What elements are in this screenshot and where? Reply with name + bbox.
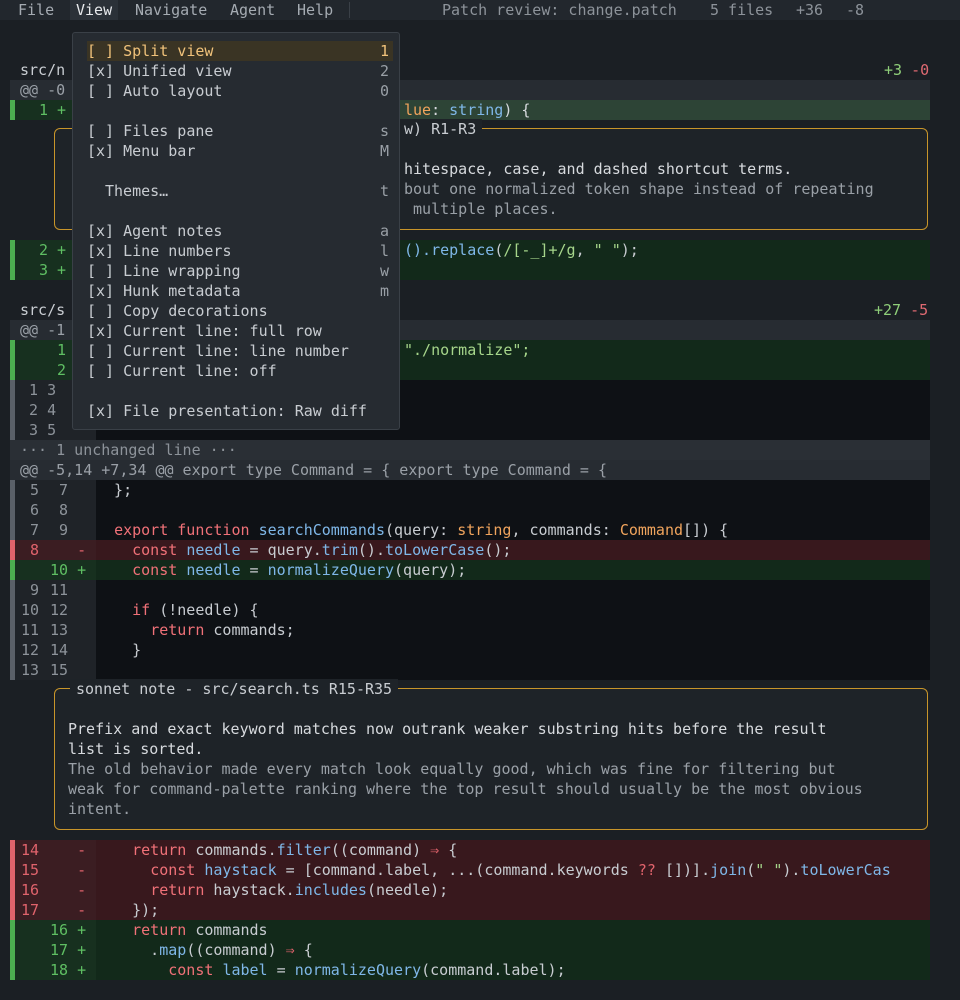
file-name[interactable]: src/s [20, 300, 65, 320]
line-number: 9 11 [15, 580, 96, 600]
code-text: return commands; [150, 621, 295, 639]
menu-file[interactable]: File [18, 0, 54, 20]
line-number: 17 + [15, 940, 96, 960]
code-text: const needle = query.trim().toLowerCase(… [132, 541, 512, 559]
line-number: 13 15 [15, 660, 96, 680]
line-number: 10 12 [15, 600, 96, 620]
note-detail: intent. [68, 800, 132, 818]
code-text: }; [96, 481, 133, 499]
note-title: sonnet note - src/search.ts R15-R35 [70, 679, 399, 699]
code-text: } [96, 641, 142, 659]
code-line[interactable]: return commands.filter((command) ⇒ { [96, 840, 930, 860]
menu-navigate[interactable]: Navigate [135, 0, 207, 20]
file-stats: +3 -0 [884, 61, 930, 79]
file-name[interactable]: src/n [20, 60, 65, 80]
line-number: 16 + [15, 920, 96, 940]
file-count: 5 files [710, 1, 774, 19]
note-title: w) R1-R3 [398, 119, 483, 139]
view-menu-item[interactable]: [ ] Split view 1 [87, 41, 393, 61]
view-menu-item[interactable]: Themes… t [87, 181, 393, 201]
note-line: multiple places. [404, 200, 558, 218]
removed-count: -8 [846, 1, 865, 19]
collapsed-lines[interactable]: ··· 1 unchanged line ··· [10, 440, 930, 460]
scrollbar[interactable] [950, 20, 960, 1000]
code-line[interactable] [96, 660, 930, 680]
note-detail: The old behavior made every match look e… [68, 760, 836, 778]
menu-help[interactable]: Help [297, 0, 333, 20]
code-text: lue: string) { [404, 101, 531, 119]
code-line[interactable]: } [96, 640, 930, 660]
view-menu-item[interactable]: [x] Line numbers l [87, 241, 393, 261]
line-number: 16 - [15, 880, 96, 900]
view-menu-item[interactable]: [ ] Current line: line number [87, 341, 393, 361]
view-menu-item[interactable]: [x] Menu bar M [87, 141, 393, 161]
note-detail: weak for command-palette ranking where t… [68, 780, 863, 798]
line-number: 17 - [15, 900, 96, 920]
code-text: const label = normalizeQuery(command.lab… [168, 961, 566, 979]
view-menu-item[interactable]: [ ] Current line: off [87, 361, 393, 381]
code-text: if (!needle) { [132, 601, 259, 619]
code-line[interactable]: const haystack = [command.label, ...(com… [96, 860, 930, 880]
code-text: return commands [132, 921, 268, 939]
note-summary: list is sorted. [68, 740, 204, 758]
code-text: const needle = normalizeQuery(query); [132, 561, 467, 579]
code-text: }); [96, 901, 160, 919]
menu-divider [349, 2, 350, 18]
line-number: 5 7 [15, 480, 96, 500]
window-title: Patch review: change.patch [442, 1, 677, 19]
code-text: ().replace(/[-_]+/g, " "); [404, 241, 639, 259]
code-line[interactable]: return commands [96, 920, 930, 940]
code-line[interactable]: const needle = query.trim().toLowerCase(… [96, 540, 930, 560]
line-number: 6 8 [15, 500, 96, 520]
view-menu-item[interactable]: [ ] Files pane s [87, 121, 393, 141]
view-menu-item[interactable]: [x] Unified view 2 [87, 61, 393, 81]
view-menu-item[interactable]: [x] File presentation: Raw diff [87, 401, 393, 421]
code-text: export function searchCommands(query: st… [114, 521, 729, 539]
line-number: 12 14 [15, 640, 96, 660]
code-text: return haystack.includes(needle); [150, 881, 449, 899]
view-menu-dropdown: [ ] Split view 1 [x] Unified view 2[ ] Auto… [72, 32, 400, 430]
menu-view[interactable]: View [70, 0, 119, 20]
code-text: return commands.filter((command) ⇒ { [132, 841, 458, 859]
code-line[interactable]: }); [96, 900, 930, 920]
code-line[interactable]: .map((command) ⇒ { [96, 940, 930, 960]
code-line[interactable]: const label = normalizeQuery(command.lab… [96, 960, 930, 980]
code-line[interactable]: if (!needle) { [96, 600, 930, 620]
line-number: 15 - [15, 860, 96, 880]
view-menu-item[interactable]: [ ] Line wrapping w [87, 261, 393, 281]
line-number: 8 - [15, 540, 96, 560]
line-number: 10 + [15, 560, 96, 580]
code-line[interactable] [96, 580, 930, 600]
note-summary: Prefix and exact keyword matches now out… [68, 720, 827, 738]
code-line[interactable]: export function searchCommands(query: st… [96, 520, 930, 540]
code-text: "./normalize"; [404, 341, 531, 359]
line-number: 18 + [15, 960, 96, 980]
line-number: 7 9 [15, 520, 96, 540]
note-line: bout one normalized token shape instead … [404, 180, 874, 198]
line-number: 14 - [15, 840, 96, 860]
file-stats: +27 -5 [874, 301, 929, 319]
view-menu-item[interactable]: [ ] Auto layout 0 [87, 81, 393, 101]
code-line[interactable]: const needle = normalizeQuery(query); [96, 560, 930, 580]
code-text: .map((command) ⇒ { [96, 941, 313, 959]
code-line[interactable]: }; [96, 480, 930, 500]
view-menu-item[interactable]: [x] Current line: full row [87, 321, 393, 341]
view-menu-item[interactable]: [x] Agent notes a [87, 221, 393, 241]
code-line[interactable]: return haystack.includes(needle); [96, 880, 930, 900]
note-line: hitespace, case, and dashed shortcut ter… [404, 160, 793, 178]
line-number: 11 13 [15, 620, 96, 640]
code-line[interactable] [96, 500, 930, 520]
menu-bar: File View Navigate Agent Help Patch revi… [0, 0, 960, 20]
view-menu-item[interactable]: [ ] Copy decorations [87, 301, 393, 321]
menu-agent[interactable]: Agent [230, 0, 275, 20]
added-count: +36 [796, 1, 824, 19]
code-text: const haystack = [command.label, ...(com… [150, 861, 891, 879]
code-line[interactable]: return commands; [96, 620, 930, 640]
hunk-header: @@ -5,14 +7,34 @@ export type Command = … [10, 460, 930, 480]
view-menu-item[interactable]: [x] Hunk metadata m [87, 281, 393, 301]
